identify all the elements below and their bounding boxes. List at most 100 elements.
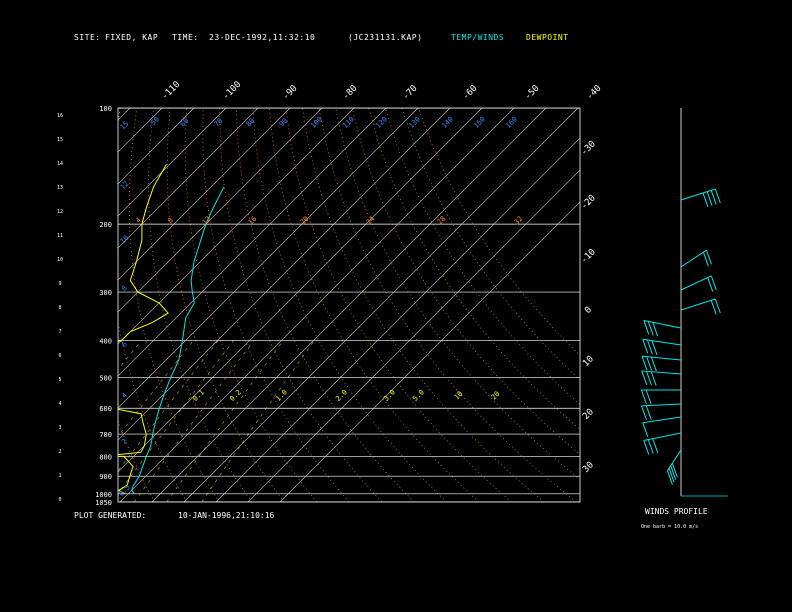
height-marker-label: 10 bbox=[119, 234, 131, 246]
mixing-ratio-label: 3.0 bbox=[382, 388, 397, 403]
mixing-ratio-label: 10 bbox=[453, 390, 465, 402]
wind-barb-staff bbox=[680, 249, 707, 268]
height-tick-label: 15 bbox=[57, 137, 63, 143]
wind-barb-flag bbox=[645, 405, 652, 420]
mixing-ratio-label: 0.1 bbox=[191, 388, 206, 403]
wind-barb-flag bbox=[650, 371, 657, 386]
plot-generated-label: PLOT GENERATED: bbox=[74, 511, 147, 520]
moist-adiabat-label: 16 bbox=[247, 215, 259, 227]
dry-adiabat bbox=[268, 108, 480, 502]
wind-barb-flag bbox=[646, 356, 653, 371]
top-isotherm-label: 60 bbox=[179, 117, 191, 129]
wind-barb-flag bbox=[714, 298, 721, 314]
wind-barb-flag bbox=[642, 339, 649, 354]
wind-barb bbox=[642, 338, 682, 355]
height-tick-label: 12 bbox=[57, 209, 63, 215]
isotherm-line bbox=[183, 108, 579, 502]
height-tick-label: 4 bbox=[58, 401, 61, 407]
right-temperature-label: -30 bbox=[579, 139, 598, 158]
wind-barb-flag bbox=[650, 356, 657, 372]
height-tick-label: 9 bbox=[58, 281, 61, 287]
dry-adiabat bbox=[118, 108, 188, 502]
wind-barb bbox=[643, 319, 682, 337]
pressure-tick-label: 700 bbox=[99, 431, 112, 439]
top-isotherm-label: -50 bbox=[146, 115, 161, 130]
height-tick-label: 2 bbox=[58, 449, 61, 455]
dry-adiabat bbox=[219, 108, 382, 502]
isotherm-line bbox=[118, 108, 259, 249]
mixing-ratio-line bbox=[118, 340, 219, 472]
mixing-ratio-label: 2.0 bbox=[334, 388, 349, 403]
height-marker-label: 2 bbox=[120, 437, 129, 446]
top-isotherm-label: 140 bbox=[440, 115, 455, 130]
dry-adiabat bbox=[252, 108, 447, 502]
wind-barb bbox=[680, 275, 717, 292]
mixing-ratio-label: 20 bbox=[490, 390, 502, 402]
pressure-tick-label: 1000 bbox=[95, 491, 112, 499]
top-temperature-label: -100 bbox=[221, 80, 243, 102]
wind-barb bbox=[680, 298, 721, 315]
wind-barb-flag bbox=[646, 339, 653, 355]
top-temperature-label: -80 bbox=[341, 84, 360, 103]
wind-barb-flag bbox=[652, 322, 659, 337]
pressure-tick-label: 100 bbox=[99, 105, 112, 113]
wind-barb-flag bbox=[707, 277, 714, 292]
dry-adiabat bbox=[285, 108, 512, 502]
dry-adiabat bbox=[118, 492, 123, 502]
height-tick-label: 14 bbox=[57, 161, 63, 167]
wind-barb-staff bbox=[642, 416, 682, 424]
plot-generated-value: 10-JAN-1996,21:10:16 bbox=[178, 511, 275, 520]
mixing-ratio-line bbox=[133, 340, 255, 502]
dewpoint-line bbox=[118, 164, 169, 495]
isotherm-line bbox=[279, 201, 580, 502]
mixing-ratio-line bbox=[118, 340, 143, 370]
wind-barb-flag bbox=[651, 340, 658, 355]
wind-barb-flag bbox=[710, 275, 717, 291]
top-isotherm-label: 80 bbox=[245, 117, 257, 129]
wind-barb-staff bbox=[680, 188, 716, 201]
top-temperature-label: -90 bbox=[281, 84, 300, 103]
dry-adiabat bbox=[128, 108, 220, 502]
height-tick-label: 8 bbox=[58, 305, 61, 311]
mixing-ratio-label: 0.2 bbox=[228, 388, 243, 403]
isotherm-line bbox=[119, 108, 515, 502]
top-isotherm-label: 70 bbox=[213, 117, 225, 129]
pressure-tick-label: 600 bbox=[99, 405, 112, 413]
isotherm-line bbox=[0, 108, 34, 502]
top-isotherm-label: 160 bbox=[504, 115, 519, 130]
dry-adiabat bbox=[401, 108, 580, 381]
dry-adiabat bbox=[184, 108, 318, 502]
height-tick-label: 6 bbox=[58, 353, 61, 359]
pressure-tick-label: 400 bbox=[99, 337, 112, 345]
wind-barb-flag bbox=[702, 192, 709, 208]
wind-barb-flag bbox=[641, 370, 648, 386]
dry-adiabat bbox=[0, 108, 37, 502]
wind-barb-flag bbox=[671, 463, 678, 478]
isotherm-line bbox=[0, 108, 98, 502]
pressure-tick-label: 500 bbox=[99, 375, 112, 383]
isotherm-line bbox=[118, 108, 163, 153]
dry-adiabat bbox=[46, 108, 90, 502]
wind-barb-flag bbox=[643, 320, 650, 335]
wind-barb-flag bbox=[641, 356, 648, 371]
dry-adiabat bbox=[318, 108, 577, 502]
top-temperature-label: -50 bbox=[523, 84, 542, 103]
pressure-tick-label: 800 bbox=[99, 453, 112, 461]
isotherm-line bbox=[118, 108, 419, 409]
pressure-tick-label: 200 bbox=[99, 221, 112, 229]
winds-profile-note: One barb = 10.0 m/s bbox=[641, 524, 699, 530]
height-tick-label: 11 bbox=[57, 233, 63, 239]
wind-barb-flag bbox=[646, 371, 652, 386]
isotherm-line bbox=[151, 108, 547, 502]
dry-adiabat bbox=[384, 108, 580, 406]
moist-adiabat-label: 24 bbox=[365, 215, 377, 227]
wind-barb-flag bbox=[670, 465, 677, 480]
wind-barb bbox=[680, 188, 721, 208]
height-tick-label: 0 bbox=[58, 497, 61, 503]
dry-adiabat bbox=[418, 108, 580, 356]
height-marker-label: 6 bbox=[120, 340, 129, 349]
height-tick-label: 3 bbox=[58, 425, 61, 431]
top-isotherm-label: 100 bbox=[309, 115, 324, 130]
dry-adiabat bbox=[368, 108, 580, 430]
mixing-ratio-line bbox=[166, 340, 284, 502]
